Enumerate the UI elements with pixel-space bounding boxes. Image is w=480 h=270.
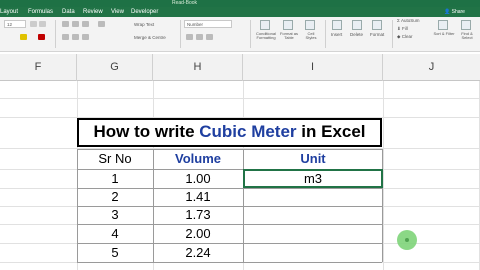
title-bar: Read-Book [0,0,480,7]
column-header-j[interactable]: J [383,54,480,81]
cell-sr[interactable]: 4 [77,224,153,244]
tab-review[interactable]: Review [83,7,103,17]
find-select-label[interactable]: Find & Select [456,32,478,40]
share-button[interactable]: 👤 Share [444,7,465,17]
column-header-i[interactable]: I [243,54,383,81]
align-left-icon[interactable] [62,34,69,40]
clear-button[interactable]: ◆ Clear [397,34,412,39]
increase-font-icon[interactable] [30,21,37,27]
sort-filter-icon[interactable] [438,20,448,30]
delete-label[interactable]: Delete [350,32,363,37]
title-highlight: Cubic Meter [199,122,297,141]
grid-line [383,81,384,270]
cell-volume[interactable]: 1.00 [153,169,243,189]
fill-button[interactable]: ⬇ Fill [397,26,408,31]
cell-volume[interactable]: 1.41 [153,187,243,207]
wrap-text-button[interactable]: Wrap Text [134,22,154,27]
tab-formulas[interactable]: Formulas [28,7,53,17]
number-format-select[interactable]: Number [184,20,232,28]
format-label[interactable]: Format [370,32,384,37]
share-label: Share [451,9,465,15]
cell-sr[interactable]: 3 [77,205,153,225]
conditional-formatting-icon[interactable] [260,20,270,30]
format-as-table-icon[interactable] [283,20,293,30]
title-suffix: in Excel [296,122,366,141]
autosum-button[interactable]: Σ AutoSum [397,18,420,23]
insert-label[interactable]: Insert [331,32,342,37]
cell-unit[interactable] [243,187,383,207]
merge-center-button[interactable]: Merge & Centre [134,35,166,40]
header-unit[interactable]: Unit [243,149,383,169]
ribbon-separator [55,20,56,48]
sheet-title-cell[interactable]: How to write Cubic Meter in Excel [77,118,382,147]
column-header-f[interactable]: F [0,54,77,81]
ribbon-separator [180,20,181,48]
ribbon-separator [392,20,393,48]
format-as-table-label[interactable]: Format as Table [279,32,299,40]
document-title: Read-Book [172,0,198,6]
decrease-font-icon[interactable] [39,21,46,27]
column-header-h[interactable]: H [153,54,243,81]
ribbon-tabs: Layout Formulas Data Review View Develop… [0,7,480,17]
font-size-select[interactable]: 12 [4,20,26,28]
cell-volume[interactable]: 1.73 [153,205,243,225]
cell-styles-icon[interactable] [305,20,315,30]
conditional-formatting-label[interactable]: Conditional Formatting [254,32,278,40]
cell-styles-label[interactable]: Cell Styles [302,32,320,40]
tab-data[interactable]: Data [62,7,75,17]
column-headers: F G H I J [0,54,480,81]
find-select-icon[interactable] [461,20,471,30]
header-volume[interactable]: Volume [153,149,243,169]
format-cells-icon[interactable] [372,20,382,30]
comma-style-icon[interactable] [206,34,213,40]
autosum-label: AutoSum [401,18,420,23]
delete-cells-icon[interactable] [352,20,362,30]
align-center-icon[interactable] [72,34,79,40]
title-prefix: How to write [93,122,200,141]
font-size-value: 12 [7,22,13,27]
orientation-icon[interactable] [98,21,105,27]
cell-sr[interactable]: 5 [77,243,153,263]
tab-layout[interactable]: Layout [0,7,18,17]
fill-color-icon[interactable] [20,34,27,40]
percent-icon[interactable] [196,34,203,40]
align-top-icon[interactable] [62,21,69,27]
tab-developer[interactable]: Developer [131,7,158,17]
cell-volume[interactable]: 2.24 [153,243,243,263]
grid-line [0,98,480,99]
insert-cells-icon[interactable] [332,20,342,30]
font-color-icon[interactable] [38,34,45,40]
mouse-cursor-highlight [397,230,417,250]
sort-filter-label[interactable]: Sort & Filter [433,32,455,36]
cell-unit[interactable] [243,224,383,244]
currency-icon[interactable] [186,34,193,40]
active-cell-selection [243,169,383,188]
number-format-value: Number [187,22,204,27]
fill-label: Fill [402,26,408,31]
cell-volume[interactable]: 2.00 [153,224,243,244]
ribbon-separator [250,20,251,48]
align-middle-icon[interactable] [72,21,79,27]
align-bottom-icon[interactable] [82,21,89,27]
cell-sr[interactable]: 2 [77,187,153,207]
cell-sr[interactable]: 1 [77,169,153,189]
ribbon: 12 Wrap Text Merge & Centre Number Condi… [0,17,480,52]
clear-label: Clear [401,34,413,39]
tab-view[interactable]: View [111,7,124,17]
ribbon-separator [325,20,326,48]
column-header-g[interactable]: G [77,54,153,81]
align-right-icon[interactable] [82,34,89,40]
header-sr-no[interactable]: Sr No [77,149,153,169]
cell-unit[interactable] [243,205,383,225]
cell-unit[interactable] [243,243,383,263]
